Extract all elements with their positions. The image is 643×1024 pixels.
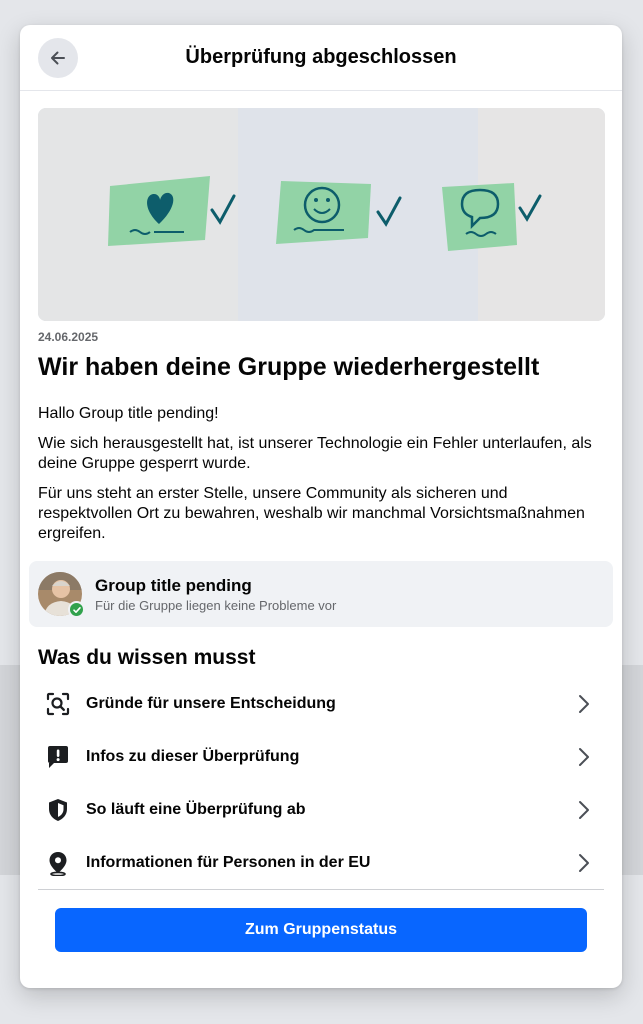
list-item-review-process[interactable]: So läuft eine Überprüfung ab [38,783,604,836]
group-name: Group title pending [95,576,252,595]
list-item-label: Gründe für unsere Entscheidung [86,694,336,712]
chevron-right-icon [574,853,594,873]
list-item-reasons[interactable]: Gründe für unsere Entscheidung [38,677,604,730]
arrow-left-icon [51,51,65,65]
notice-paragraph: Wie sich herausgestellt hat, ist unserer… [38,435,592,472]
chevron-right-icon [574,694,594,714]
group-status-button[interactable]: Zum Gruppenstatus [55,908,587,952]
verified-badge [68,601,85,618]
list-item-label: Infos zu dieser Überprüfung [86,747,300,765]
check-icon [72,606,81,613]
group-info: Group title pending Für die Gruppe liege… [95,575,336,613]
list-item-label: So läuft eine Überprüfung ab [86,800,306,818]
location-pin-icon [44,849,72,877]
shield-icon [44,796,72,824]
notice-title: Wir haben deine Gruppe wiederhergestellt [38,353,540,381]
group-card: Group title pending Für die Gruppe liege… [29,561,613,627]
notice-date: 24.06.2025 [38,330,99,344]
smiley-note [276,181,371,244]
chevron-right-icon [574,800,594,820]
back-button[interactable] [38,38,78,78]
heart-note [108,176,210,246]
notice-greeting: Hallo Group title pending! [38,405,219,422]
speech-note [442,183,517,251]
alert-message-icon [44,743,72,771]
dialog-header: Überprüfung abgeschlossen [20,25,622,91]
group-status: Für die Gruppe liegen keine Probleme vor [95,598,337,613]
dialog-footer: Zum Gruppenstatus [20,890,622,952]
group-avatar-wrap [38,572,85,618]
section-title: Was du wissen musst [38,646,256,669]
chevron-right-icon [574,747,594,767]
hero-illustration [38,108,605,321]
search-scan-icon [44,690,72,718]
list-item-eu-info[interactable]: Informationen für Personen in der EU [38,836,604,889]
info-list: Gründe für unsere Entscheidung Infos zu … [38,677,604,889]
dialog-title: Überprüfung abgeschlossen [185,46,457,68]
list-item-review-info[interactable]: Infos zu dieser Überprüfung [38,730,604,783]
review-dialog: Überprüfung abgeschlossen 24.06.2025 Wir… [20,25,622,988]
notice-paragraph: Für uns steht an erster Stelle, unsere C… [38,485,585,542]
dialog-content: 24.06.2025 Wir haben deine Gruppe wieder… [20,91,622,890]
list-item-label: Informationen für Personen in der EU [86,853,371,871]
